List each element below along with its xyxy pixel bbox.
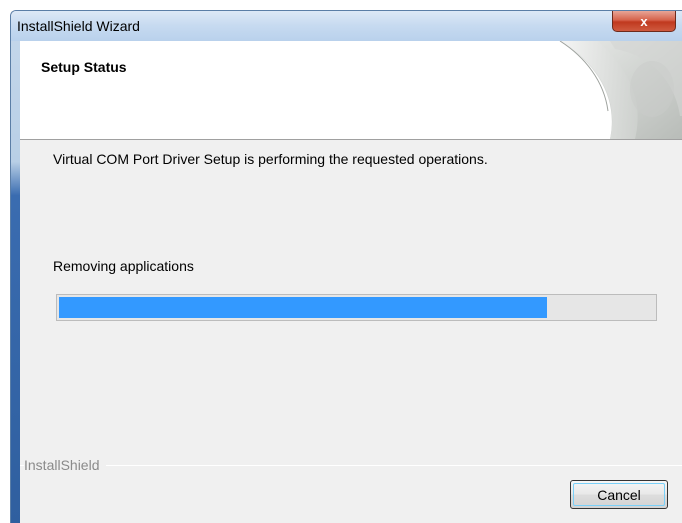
current-action-label: Removing applications	[53, 258, 194, 274]
close-button[interactable]: x	[612, 11, 676, 32]
wizard-header: Setup Status	[20, 41, 682, 140]
branding-divider	[20, 465, 682, 466]
wizard-client-area: Setup Status Virtual COM Port Driver Set…	[20, 41, 682, 523]
title-bar[interactable]: InstallShield Wizard x	[11, 11, 682, 41]
cancel-button[interactable]: Cancel	[570, 480, 668, 509]
progress-bar-fill	[59, 297, 547, 318]
branding-label: InstallShield	[24, 457, 106, 473]
header-title: Setup Status	[41, 59, 127, 75]
status-message: Virtual COM Port Driver Setup is perform…	[53, 151, 488, 167]
close-icon: x	[640, 13, 648, 29]
installshield-branding: InstallShield	[20, 453, 682, 473]
window-title: InstallShield Wizard	[17, 18, 140, 34]
window-left-frame	[11, 41, 20, 523]
installshield-wizard-window: InstallShield Wizard x Setup Status Virt…	[10, 10, 682, 523]
progress-bar	[56, 294, 657, 321]
cancel-button-label: Cancel	[597, 486, 641, 503]
page-curl-art	[559, 41, 682, 139]
